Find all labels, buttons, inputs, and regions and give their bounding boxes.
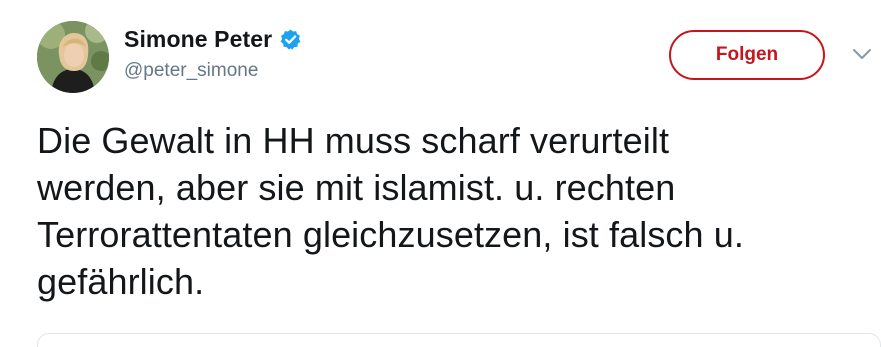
tweet-text-line: werden, aber sie mit islamist. u. rechte… (37, 167, 676, 208)
chevron-down-icon[interactable] (850, 44, 874, 64)
tweet-text-line: Die Gewalt in HH muss scharf verurteilt (37, 120, 670, 161)
user-handle[interactable]: @peter_simone (124, 60, 258, 82)
verified-badge-icon (279, 28, 302, 51)
follow-button[interactable]: Folgen (669, 30, 825, 80)
profile-photo (37, 21, 109, 93)
tweet-text-line: gefährlich. (37, 261, 205, 302)
tweet-text: Die Gewalt in HH muss scharf verurteilt … (37, 117, 867, 305)
tweet-text-line: Terrorattentaten gleichzusetzen, ist fal… (37, 214, 744, 255)
embedded-card-edge (37, 333, 881, 347)
display-name[interactable]: Simone Peter (124, 26, 272, 53)
avatar[interactable] (37, 21, 109, 93)
tweet: Simone Peter @peter_simone Folgen Die Ge… (0, 0, 881, 347)
name-row: Simone Peter (124, 24, 302, 54)
